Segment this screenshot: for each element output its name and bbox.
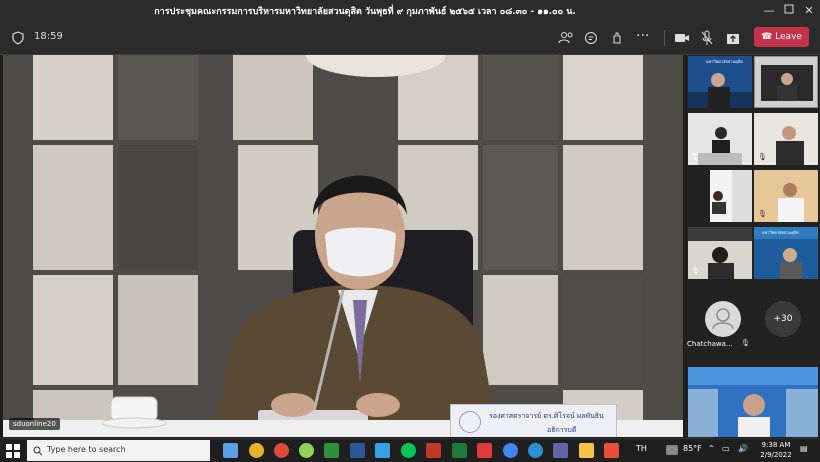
main-video-tile[interactable]: sduonline20 รองศาสตราจารย์ ดร.ศิโรจน์ ผล… — [3, 55, 683, 437]
share-icon — [727, 34, 739, 44]
search-placeholder: Type here to search — [47, 445, 126, 454]
weather-temperature[interactable]: 85°F — [683, 444, 702, 453]
app-icon[interactable] — [426, 443, 441, 458]
notifications-icon[interactable]: ▤ — [800, 444, 808, 453]
phone-hangup-icon: ☎ — [761, 32, 773, 42]
pdf-icon[interactable] — [604, 443, 619, 458]
system-clock[interactable]: 9:38 AM 2/9/2022 — [758, 440, 794, 460]
clock-date: 2/9/2022 — [760, 451, 792, 459]
windows-logo-icon — [6, 444, 20, 458]
participant-thumbnail[interactable]: 🎙 — [688, 227, 752, 279]
window-title: การประชุมคณะกรรมการบริหารมหาวิทยาลัยสวนด… — [154, 7, 576, 17]
thumbnail-video — [688, 367, 818, 437]
close-window-button[interactable]: ✕ — [801, 3, 817, 19]
share-button[interactable] — [726, 28, 746, 48]
mic-off-icon: 🎙 — [741, 339, 750, 347]
line-icon[interactable] — [401, 443, 416, 458]
leave-label: Leave — [775, 32, 802, 42]
participant-name: Chatchawa... — [687, 340, 733, 348]
thumbnail-video — [755, 57, 817, 107]
network-icon[interactable]: ▭ — [722, 444, 730, 453]
meeting-timer: 18:59 — [34, 31, 63, 42]
maximize-button[interactable] — [781, 3, 797, 19]
thumbnail-caption: มหาวิทยาลัยสวนดุสิต — [706, 59, 743, 64]
windows-taskbar: Type here to search TH 85°F ⌃ ▭ 🔊 9:38 A… — [0, 438, 820, 462]
participant-thumbnail[interactable]: มหาวิทยาลัยสวนดุสิต — [754, 227, 818, 279]
participants-button[interactable] — [558, 28, 578, 48]
camera-icon — [675, 34, 689, 42]
word-icon[interactable] — [350, 443, 365, 458]
minimize-button[interactable]: — — [761, 3, 777, 19]
app-icon[interactable] — [452, 443, 467, 458]
file-explorer-icon[interactable] — [579, 443, 594, 458]
volume-icon[interactable]: 🔊 — [738, 444, 748, 453]
edge-icon[interactable] — [528, 443, 543, 458]
mic-off-icon: 🎙 — [691, 153, 700, 161]
person-icon — [712, 308, 734, 330]
hand-icon — [613, 32, 621, 44]
participant-avatar[interactable] — [705, 301, 741, 337]
presenter-video-frame — [3, 55, 683, 437]
mic-off-icon: 🎙 — [691, 267, 700, 275]
window-title-bar: การประชุมคณะกรรมการบริหารมหาวิทยาลัยสวนด… — [0, 0, 820, 22]
meeting-control-bar: 18:59 ··· ☎ Leave — [0, 22, 820, 55]
task-view-icon[interactable] — [223, 443, 238, 458]
participant-name-label: sduonline20 — [9, 418, 60, 430]
nameplate-title: อธิการบดี — [547, 426, 577, 434]
participant-thumbnail[interactable]: 🎙 — [688, 113, 752, 165]
taskbar-search-box[interactable]: Type here to search — [27, 440, 210, 461]
university-logo-icon — [459, 411, 481, 433]
app-icon[interactable] — [375, 443, 390, 458]
shield-icon — [12, 28, 32, 48]
mic-off-icon: 🎙 — [758, 153, 767, 161]
camera-button[interactable] — [674, 28, 694, 48]
search-icon — [33, 446, 43, 456]
people-icon — [558, 32, 573, 44]
mic-off-icon: 🎙 — [758, 210, 767, 218]
maximize-icon — [784, 4, 794, 14]
leave-button[interactable]: ☎ Leave — [754, 27, 809, 47]
chat-button[interactable] — [584, 28, 604, 48]
chrome-icon[interactable] — [503, 443, 518, 458]
more-participants-button[interactable]: +30 — [765, 301, 801, 337]
participant-thumbnail[interactable]: 🎙 — [754, 113, 818, 165]
chat-icon — [585, 32, 597, 44]
app-icon[interactable] — [324, 443, 339, 458]
participant-thumbnail[interactable] — [688, 170, 752, 222]
nameplate-name: รองศาสตราจารย์ ดร.ศิโรจน์ ผลพันธิน — [489, 412, 604, 420]
teams-icon[interactable] — [553, 443, 568, 458]
reactions-button[interactable] — [610, 28, 630, 48]
name-plate: รองศาสตราจารย์ ดร.ศิโรจน์ ผลพันธิน อธิกา… — [450, 404, 617, 437]
app-icon[interactable] — [299, 443, 314, 458]
browser-icon[interactable] — [274, 443, 289, 458]
mic-off-icon — [701, 30, 713, 45]
thumbnail-video — [688, 170, 752, 222]
participant-thumbnail-large[interactable] — [688, 367, 818, 437]
more-options-button[interactable]: ··· — [636, 28, 656, 48]
thumbnail-caption: มหาวิทยาลัยสวนดุสิต — [762, 230, 799, 235]
chevron-up-icon[interactable]: ⌃ — [708, 444, 715, 453]
toolbar-divider — [664, 30, 665, 46]
participant-thumbnail[interactable] — [754, 56, 818, 108]
mute-button[interactable] — [700, 28, 720, 48]
start-button[interactable] — [6, 443, 20, 458]
chrome-icon[interactable] — [249, 443, 264, 458]
weather-icon — [666, 445, 678, 455]
app-icon[interactable] — [477, 443, 492, 458]
participant-thumbnail[interactable]: 🎙 — [754, 170, 818, 222]
clock-time: 9:38 AM — [761, 441, 791, 449]
participant-thumbnail[interactable]: มหาวิทยาลัยสวนดุสิต — [688, 56, 752, 108]
language-indicator[interactable]: TH — [636, 444, 647, 453]
